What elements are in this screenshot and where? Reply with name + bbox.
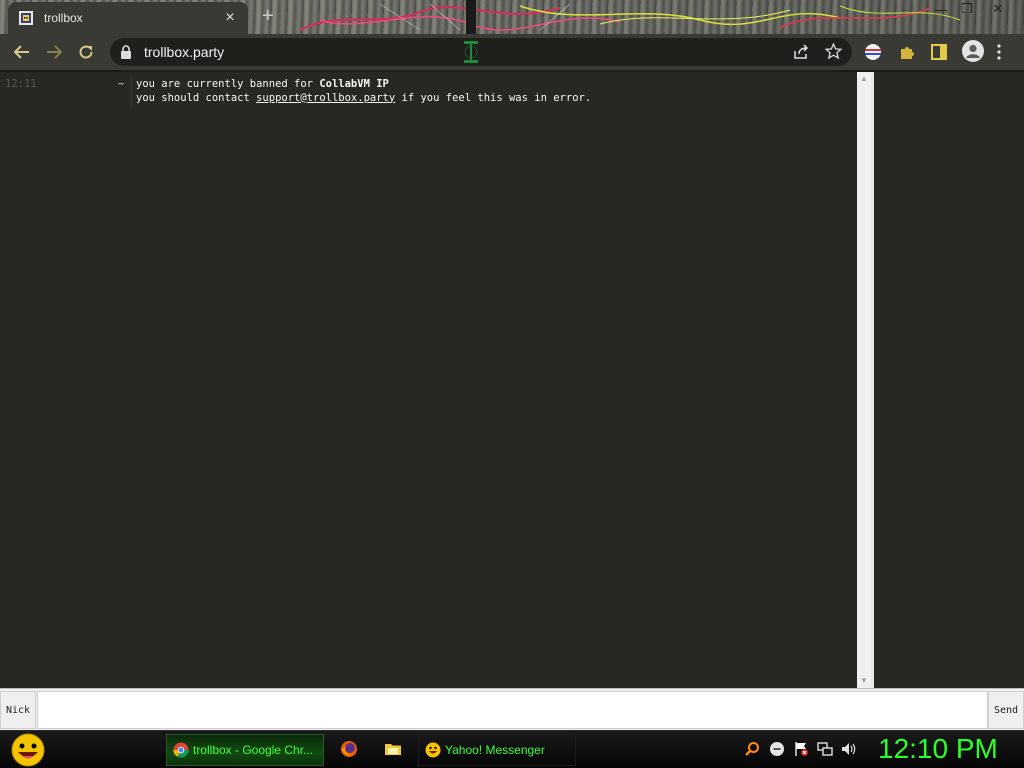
back-button[interactable] (6, 36, 38, 68)
puzzle-extensions-icon[interactable] (898, 43, 916, 61)
extensions-area (862, 36, 1002, 62)
address-bar[interactable]: trollbox.party (110, 38, 852, 66)
browser-tab-strip: trollbox × + — ❐ ✕ (0, 0, 1024, 34)
taskbar: trollbox - Google Chr... Yahoo! Messenge… (0, 730, 1024, 768)
flag-icon[interactable] (793, 741, 809, 757)
forward-button[interactable] (38, 36, 70, 68)
start-button-smiley-icon[interactable] (8, 732, 48, 768)
tab-title: trollbox (44, 11, 83, 25)
message-separator (131, 78, 132, 106)
message-time: 12:11 (5, 78, 37, 90)
tab-close-icon[interactable]: × (222, 9, 238, 27)
volume-icon[interactable] (841, 741, 857, 757)
share-icon[interactable] (793, 44, 809, 60)
tab-trollbox[interactable]: trollbox × (8, 2, 248, 34)
taskbar-clock[interactable]: 12:10 PM (878, 733, 998, 765)
send-button[interactable]: Send (988, 691, 1024, 729)
ban-reason: CollabVM IP (319, 78, 389, 90)
message-text: you are currently banned for (136, 78, 320, 90)
taskbar-item-yahoo-messenger[interactable]: Yahoo! Messenger (418, 734, 576, 766)
trollbox-favicon-icon (19, 11, 33, 25)
search-icon[interactable] (744, 741, 760, 757)
message-text: if you feel this was in error. (395, 91, 592, 104)
scroll-down-arrow-icon[interactable]: ▼ (860, 676, 868, 685)
reload-button[interactable] (70, 36, 102, 68)
browser-toolbar: trollbox.party (0, 34, 1024, 70)
message-text: you should contact (136, 91, 257, 104)
nick-button[interactable]: Nick (0, 691, 36, 729)
scroll-up-arrow-icon[interactable]: ▲ (860, 74, 868, 83)
taskbar-item-label: Yahoo! Messenger (445, 743, 545, 757)
firefox-icon[interactable] (340, 740, 358, 758)
reload-icon (79, 45, 93, 59)
browser-menu-kebab-icon[interactable] (996, 43, 1002, 61)
message-input[interactable] (37, 691, 988, 729)
bookmark-star-icon[interactable] (825, 43, 842, 60)
profile-avatar-icon[interactable] (962, 40, 984, 62)
trollbox-page: 12:11 ~ you are currently banned for Col… (0, 72, 1024, 688)
chat-log[interactable]: 12:11 ~ you are currently banned for Col… (0, 72, 857, 688)
message-line-1: you are currently banned for CollabVM IP (136, 78, 591, 92)
taskbar-item-label: trollbox - Google Chr... (193, 743, 314, 757)
chrome-icon (173, 742, 189, 758)
user-list[interactable] (874, 72, 1024, 688)
close-window-button[interactable]: ✕ (986, 0, 1010, 18)
messenger-status-icon[interactable] (769, 741, 785, 757)
lock-icon (121, 45, 131, 59)
message-body: you are currently banned for CollabVM IP… (136, 78, 591, 105)
flag-extension-icon[interactable] (864, 43, 882, 61)
side-panel-icon[interactable] (930, 43, 948, 61)
arrow-right-icon (47, 45, 63, 59)
message-nick[interactable]: ~ (118, 78, 124, 90)
network-icon[interactable] (817, 741, 833, 757)
page-cursor-icon (464, 41, 478, 63)
chat-input-bar: Nick Send (0, 688, 1024, 730)
message-line-2: you should contact support@trollbox.part… (136, 92, 591, 106)
yahoo-messenger-icon (425, 742, 441, 758)
arrow-left-icon (13, 45, 29, 59)
minimize-window-button[interactable]: — (930, 0, 952, 18)
new-tab-button[interactable]: + (262, 6, 274, 26)
folder-icon[interactable] (384, 740, 402, 758)
chat-scrollbar[interactable]: ▲ ▼ (857, 72, 871, 688)
taskbar-item-chrome[interactable]: trollbox - Google Chr... (166, 734, 324, 766)
restore-window-button[interactable]: ❐ (956, 0, 978, 18)
url-text: trollbox.party (144, 44, 225, 60)
support-email-link[interactable]: support@trollbox.party (256, 92, 395, 104)
